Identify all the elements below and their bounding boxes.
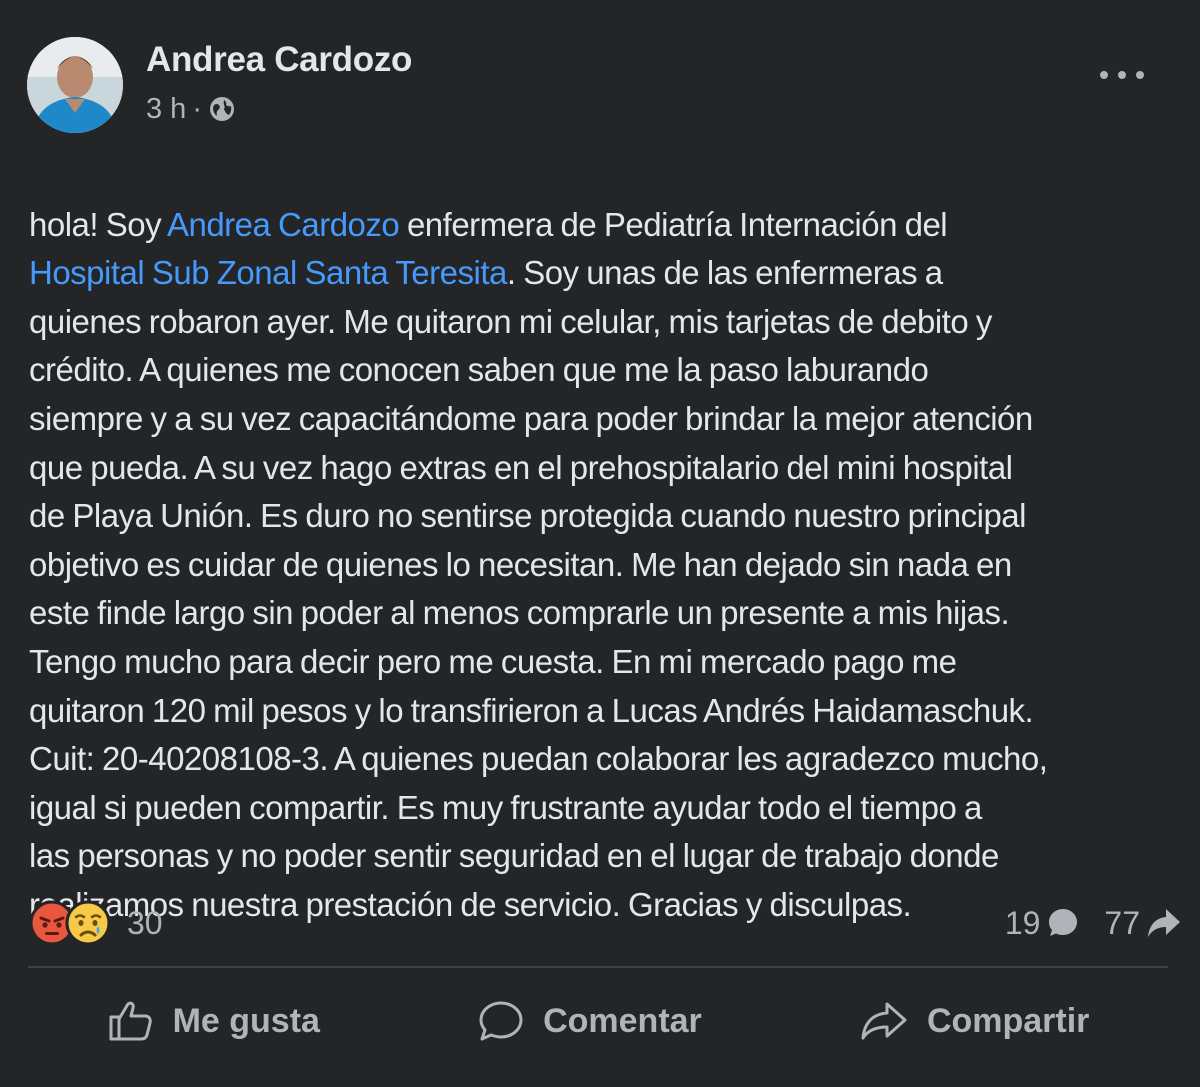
facebook-post: Andrea Cardozo 3 h · hola! Soy Andrea Ca… [0, 0, 1200, 1087]
like-button[interactable]: Me gusta [87, 991, 340, 1051]
comment-label: Comentar [543, 1001, 702, 1040]
author-name[interactable]: Andrea Cardozo [146, 40, 412, 80]
post-meta: 3 h · [146, 92, 236, 126]
comment-bubble-icon [1049, 909, 1078, 936]
action-bar: Me gusta Comentar Compartir [28, 980, 1168, 1062]
share-button[interactable]: Compartir [839, 991, 1109, 1051]
share-icon [861, 1002, 907, 1040]
shares-count: 77 [1104, 904, 1140, 941]
more-dot-icon [1136, 71, 1144, 79]
share-arrow-icon [1148, 909, 1180, 937]
like-label: Me gusta [172, 1001, 320, 1040]
comment-button[interactable]: Comentar [457, 991, 722, 1051]
post-stats: 19 77 [1005, 898, 1182, 948]
body-segment: hola! Soy [29, 205, 167, 243]
mention-link[interactable]: Hospital Sub Zonal Santa Teresita [29, 254, 507, 291]
post-time[interactable]: 3 h [146, 93, 186, 126]
thumbs-up-icon [109, 1001, 152, 1041]
reactions-summary[interactable]: 30 [29, 898, 163, 948]
post-body: hola! Soy Andrea Cardozo enfermera de Pe… [29, 152, 1189, 930]
mention-link[interactable]: Andrea Cardozo [167, 206, 400, 243]
sad-reaction-icon [65, 900, 111, 946]
meta-separator: · [192, 92, 202, 125]
share-label: Compartir [926, 1001, 1090, 1040]
body-segment: . Soy unas de las enfermeras a quienes r… [29, 254, 1048, 923]
body-segment: enfermera de Pediatría Internación del [406, 205, 948, 243]
avatar-image [27, 37, 123, 133]
divider [28, 966, 1168, 968]
author-avatar[interactable] [27, 37, 123, 133]
more-options-button[interactable] [1100, 62, 1144, 88]
comments-count-link[interactable]: 19 [1005, 905, 1081, 942]
more-dot-icon [1118, 71, 1126, 79]
comment-icon [479, 1001, 523, 1041]
globe-icon[interactable] [208, 95, 236, 123]
shares-count-link[interactable]: 77 [1104, 905, 1182, 942]
reaction-count: 30 [127, 904, 163, 941]
comments-count: 19 [1004, 904, 1041, 941]
reaction-icons [29, 900, 115, 946]
more-dot-icon [1100, 71, 1108, 79]
